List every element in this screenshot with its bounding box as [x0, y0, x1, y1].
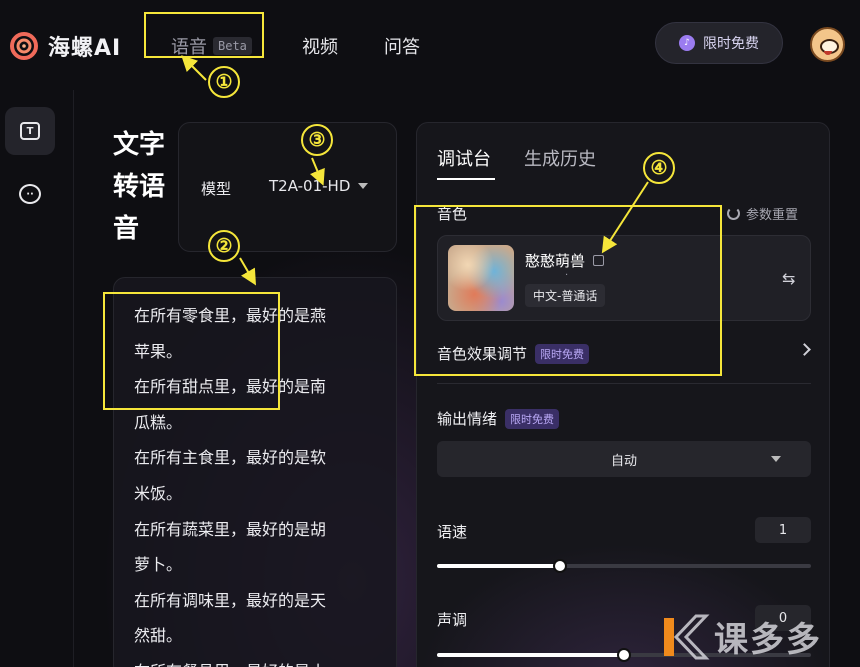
watermark-logo-icon — [660, 612, 710, 662]
watermark: 课多多 — [660, 606, 860, 667]
watermark-text: 课多多 — [714, 620, 822, 660]
annotation-arrows — [181, 55, 649, 286]
